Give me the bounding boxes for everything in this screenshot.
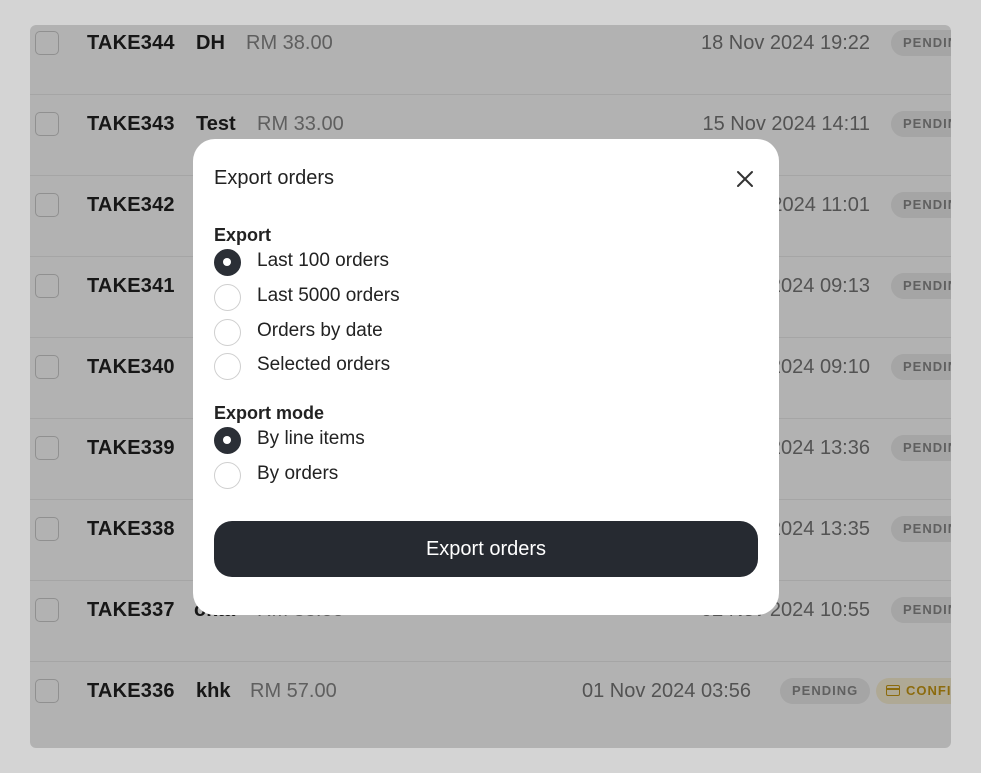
radio-label: Last 5000 orders — [257, 285, 400, 306]
dialog-title: Export orders — [214, 167, 335, 189]
radio-button[interactable] — [214, 427, 241, 454]
export-section-label: Export — [214, 225, 272, 245]
radio-label: Last 100 orders — [257, 250, 390, 271]
export-orders-dialog: Export orders Export Last 100 orders Las… — [193, 139, 779, 615]
radio-button[interactable] — [214, 462, 241, 489]
export-option-selected[interactable]: Selected orders — [214, 353, 614, 381]
export-orders-button[interactable]: Export orders — [214, 521, 758, 577]
close-icon[interactable] — [733, 167, 757, 191]
radio-label: By line items — [257, 428, 365, 449]
radio-button[interactable] — [214, 353, 241, 380]
export-option-last-100[interactable]: Last 100 orders — [214, 249, 614, 277]
export-mode-section-label: Export mode — [214, 403, 325, 423]
export-option-by-date[interactable]: Orders by date — [214, 319, 614, 347]
radio-button[interactable] — [214, 249, 241, 276]
export-option-last-5000[interactable]: Last 5000 orders — [214, 284, 614, 312]
radio-label: By orders — [257, 463, 339, 484]
radio-button[interactable] — [214, 319, 241, 346]
radio-label: Selected orders — [257, 354, 391, 375]
radio-button[interactable] — [214, 284, 241, 311]
mode-option-orders[interactable]: By orders — [214, 462, 614, 490]
radio-label: Orders by date — [257, 320, 383, 341]
mode-option-line-items[interactable]: By line items — [214, 427, 614, 455]
